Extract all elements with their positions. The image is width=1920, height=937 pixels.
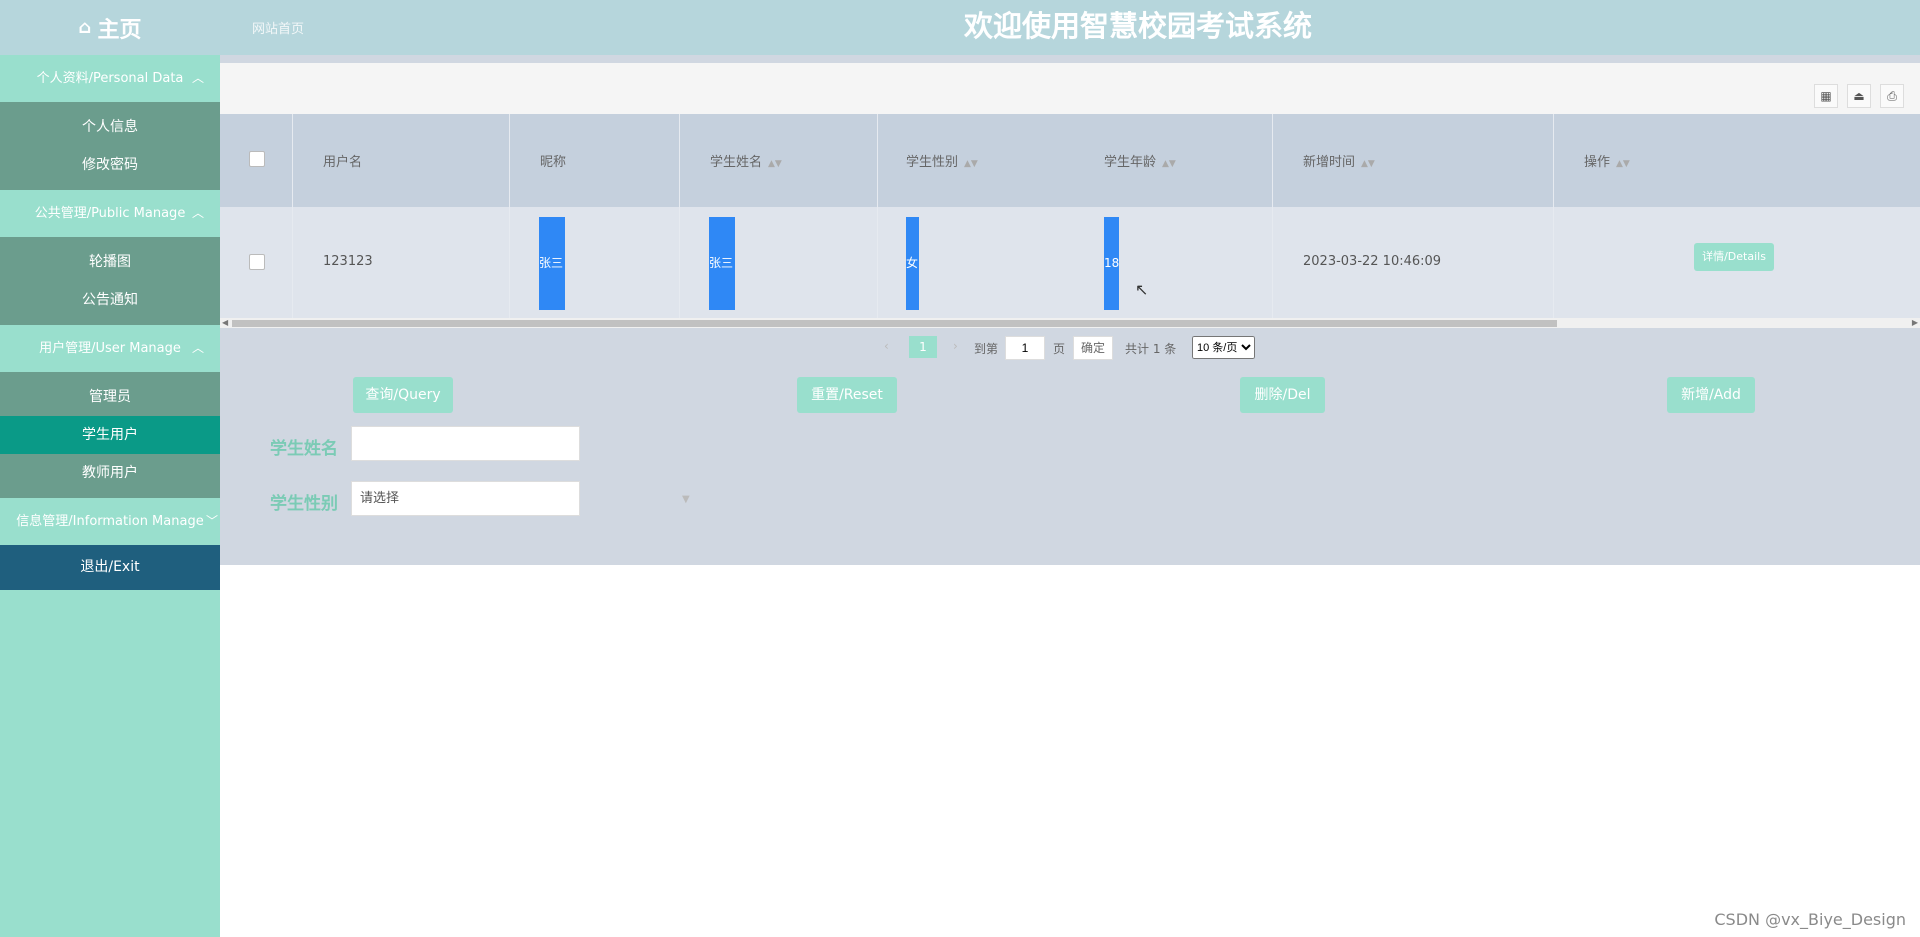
header-label: 操作 bbox=[1584, 155, 1611, 170]
cell-age: 18 bbox=[1104, 217, 1119, 310]
sort-icon[interactable]: ▲▼ bbox=[768, 159, 782, 169]
mouse-cursor-icon: ↖ bbox=[1135, 280, 1149, 299]
cell-nickname-col: 张三 bbox=[510, 207, 680, 319]
sort-icon[interactable]: ▲▼ bbox=[1616, 159, 1630, 169]
cell-checkbox bbox=[220, 207, 293, 319]
menu-group-label: 个人资料/Personal Data bbox=[36, 71, 184, 86]
menu-group-label: 用户管理/User Manage bbox=[39, 341, 181, 356]
menu-group-label: 公共管理/Public Manage bbox=[34, 206, 186, 221]
cell-created: 2023-03-22 10:46:09 bbox=[1303, 254, 1442, 269]
page-unit-label: 页 bbox=[1053, 342, 1066, 356]
scroll-right-icon[interactable]: ▶ bbox=[1912, 318, 1918, 328]
page-size-select[interactable]: 10 条/页 bbox=[1192, 336, 1255, 359]
col-gender-age: 学生性别 ▲▼ 学生年龄 ▲▼ bbox=[878, 114, 1273, 207]
sort-icon[interactable]: ▲▼ bbox=[964, 159, 978, 169]
sidebar-item-change-password[interactable]: 修改密码 bbox=[0, 146, 220, 184]
chevron-down-icon: ﹀ bbox=[205, 514, 218, 528]
sort-icon[interactable]: ▲▼ bbox=[1162, 159, 1176, 169]
sidebar-item-teacher-user[interactable]: 教师用户 bbox=[0, 454, 220, 492]
cell-username: 123123 bbox=[323, 254, 373, 269]
next-page-icon[interactable]: › bbox=[953, 339, 958, 353]
select-all-checkbox[interactable] bbox=[249, 151, 265, 167]
table-row[interactable]: 123123 张三 张三 女 18 2023-03-22 10:46:09 详情… bbox=[220, 207, 1920, 319]
columns-icon[interactable]: ▦ bbox=[1814, 84, 1838, 108]
menu-group-personal[interactable]: 个人资料/Personal Data ︿ bbox=[0, 55, 220, 102]
watermark: CSDN @vx_Biye_Design bbox=[1714, 910, 1906, 929]
page-number-current[interactable]: 1 bbox=[909, 336, 937, 358]
sidebar-item-personal-info[interactable]: 个人信息 bbox=[0, 108, 220, 146]
header-label: 学生姓名 bbox=[710, 155, 763, 170]
scroll-left-icon[interactable]: ◀ bbox=[222, 318, 228, 328]
sidebar-item-admin[interactable]: 管理员 bbox=[0, 378, 220, 416]
page-title: 欢迎使用智慧校园考试系统 bbox=[963, 9, 1312, 43]
sidebar-item-student-user[interactable]: 学生用户 bbox=[0, 416, 220, 454]
goto-page-input[interactable] bbox=[1005, 336, 1045, 360]
cell-gender: 女 bbox=[906, 217, 919, 310]
horizontal-scrollbar[interactable]: ◀ ▶ bbox=[220, 318, 1920, 328]
sidebar: 个人资料/Personal Data ︿ 个人信息 修改密码 公共管理/Publ… bbox=[0, 55, 220, 937]
scroll-thumb[interactable] bbox=[232, 320, 1557, 327]
header-label: 新增时间 bbox=[1303, 155, 1356, 170]
header-student-name[interactable]: 学生姓名 ▲▼ bbox=[710, 151, 782, 170]
cell-student-name-col: 张三 bbox=[680, 207, 878, 319]
main-content: ▦ ⏏ ⎙ 用户名 昵称 学生姓名 ▲▼ 学生性别 ▲▼ 学生年龄 ▲▼ 新增时间 ▲▼… bbox=[220, 55, 1920, 565]
exit-button[interactable]: 退出/Exit bbox=[0, 545, 220, 590]
student-name-input[interactable] bbox=[351, 426, 580, 461]
goto-confirm-button[interactable]: 确定 bbox=[1073, 336, 1114, 360]
reset-button[interactable]: 重置/Reset bbox=[797, 377, 897, 413]
student-gender-select[interactable]: 请选择 bbox=[351, 481, 580, 516]
header-label: 学生年龄 bbox=[1104, 155, 1157, 170]
header-created[interactable]: 新增时间 ▲▼ bbox=[1303, 151, 1375, 170]
cell-nickname: 张三 bbox=[539, 217, 565, 310]
sidebar-item-carousel[interactable]: 轮播图 bbox=[0, 243, 220, 281]
cell-gender-age-col: 女 18 bbox=[878, 207, 1273, 319]
cell-created-col: 2023-03-22 10:46:09 bbox=[1273, 207, 1554, 319]
submenu-user: 管理员 学生用户 教师用户 bbox=[0, 372, 220, 498]
header-age[interactable]: 学生年龄 ▲▼ bbox=[1104, 151, 1176, 170]
delete-button[interactable]: 删除/Del bbox=[1240, 377, 1325, 413]
table-header: 用户名 昵称 学生姓名 ▲▼ 学生性别 ▲▼ 学生年龄 ▲▼ 新增时间 ▲▼ 操作 ▲▼ bbox=[220, 114, 1920, 207]
col-checkbox bbox=[220, 114, 293, 207]
query-button[interactable]: 查询/Query bbox=[353, 377, 453, 413]
chevron-down-icon: ▼ bbox=[682, 494, 690, 505]
goto-label: 到第 bbox=[974, 342, 999, 356]
header-label: 学生性别 bbox=[906, 155, 959, 170]
col-student-name[interactable]: 学生姓名 ▲▼ bbox=[680, 114, 878, 207]
menu-group-label: 信息管理/Information Manage bbox=[16, 514, 204, 529]
col-username: 用户名 bbox=[293, 114, 510, 207]
submenu-public: 轮播图 公告通知 bbox=[0, 237, 220, 325]
student-name-label: 学生姓名 bbox=[270, 439, 338, 459]
sort-icon[interactable]: ▲▼ bbox=[1361, 159, 1375, 169]
chevron-up-icon: ︿ bbox=[191, 206, 204, 220]
cell-student-name: 张三 bbox=[709, 217, 735, 310]
top-bar: ⌂ 主页 网站首页 欢迎使用智慧校园考试系统 bbox=[0, 0, 1920, 55]
chevron-up-icon: ︿ bbox=[191, 341, 204, 355]
col-nickname: 昵称 bbox=[510, 114, 680, 207]
total-count: 共计 1 条 bbox=[1125, 342, 1177, 356]
header-username: 用户名 bbox=[323, 155, 363, 170]
chevron-up-icon: ︿ bbox=[191, 71, 204, 85]
sidebar-item-notice[interactable]: 公告通知 bbox=[0, 281, 220, 319]
cell-username-col: 123123 bbox=[293, 207, 510, 319]
prev-page-icon[interactable]: ‹ bbox=[884, 339, 889, 353]
table-toolbar: ▦ ⏏ ⎙ bbox=[220, 63, 1920, 114]
menu-group-user[interactable]: 用户管理/User Manage ︿ bbox=[0, 325, 220, 372]
details-button[interactable]: 详情/Details bbox=[1694, 243, 1774, 271]
row-checkbox[interactable] bbox=[249, 254, 265, 270]
pagination: ‹ 1 › 到第 页 确定 共计 1 条 10 条/页 bbox=[220, 330, 1920, 363]
cell-action-col: 详情/Details bbox=[1554, 207, 1920, 319]
add-button[interactable]: 新增/Add bbox=[1667, 377, 1755, 413]
export-icon[interactable]: ⏏ bbox=[1847, 84, 1871, 108]
col-created[interactable]: 新增时间 ▲▼ bbox=[1273, 114, 1554, 207]
header-gender[interactable]: 学生性别 ▲▼ bbox=[906, 151, 978, 170]
col-action: 操作 ▲▼ bbox=[1554, 114, 1920, 207]
student-gender-label: 学生性别 bbox=[270, 494, 338, 514]
header-action[interactable]: 操作 ▲▼ bbox=[1584, 151, 1630, 170]
submenu-personal: 个人信息 修改密码 bbox=[0, 102, 220, 190]
print-icon[interactable]: ⎙ bbox=[1880, 84, 1904, 108]
header-nickname: 昵称 bbox=[540, 155, 567, 170]
menu-group-information[interactable]: 信息管理/Information Manage ﹀ bbox=[0, 498, 220, 545]
menu-group-public[interactable]: 公共管理/Public Manage ︿ bbox=[0, 190, 220, 237]
